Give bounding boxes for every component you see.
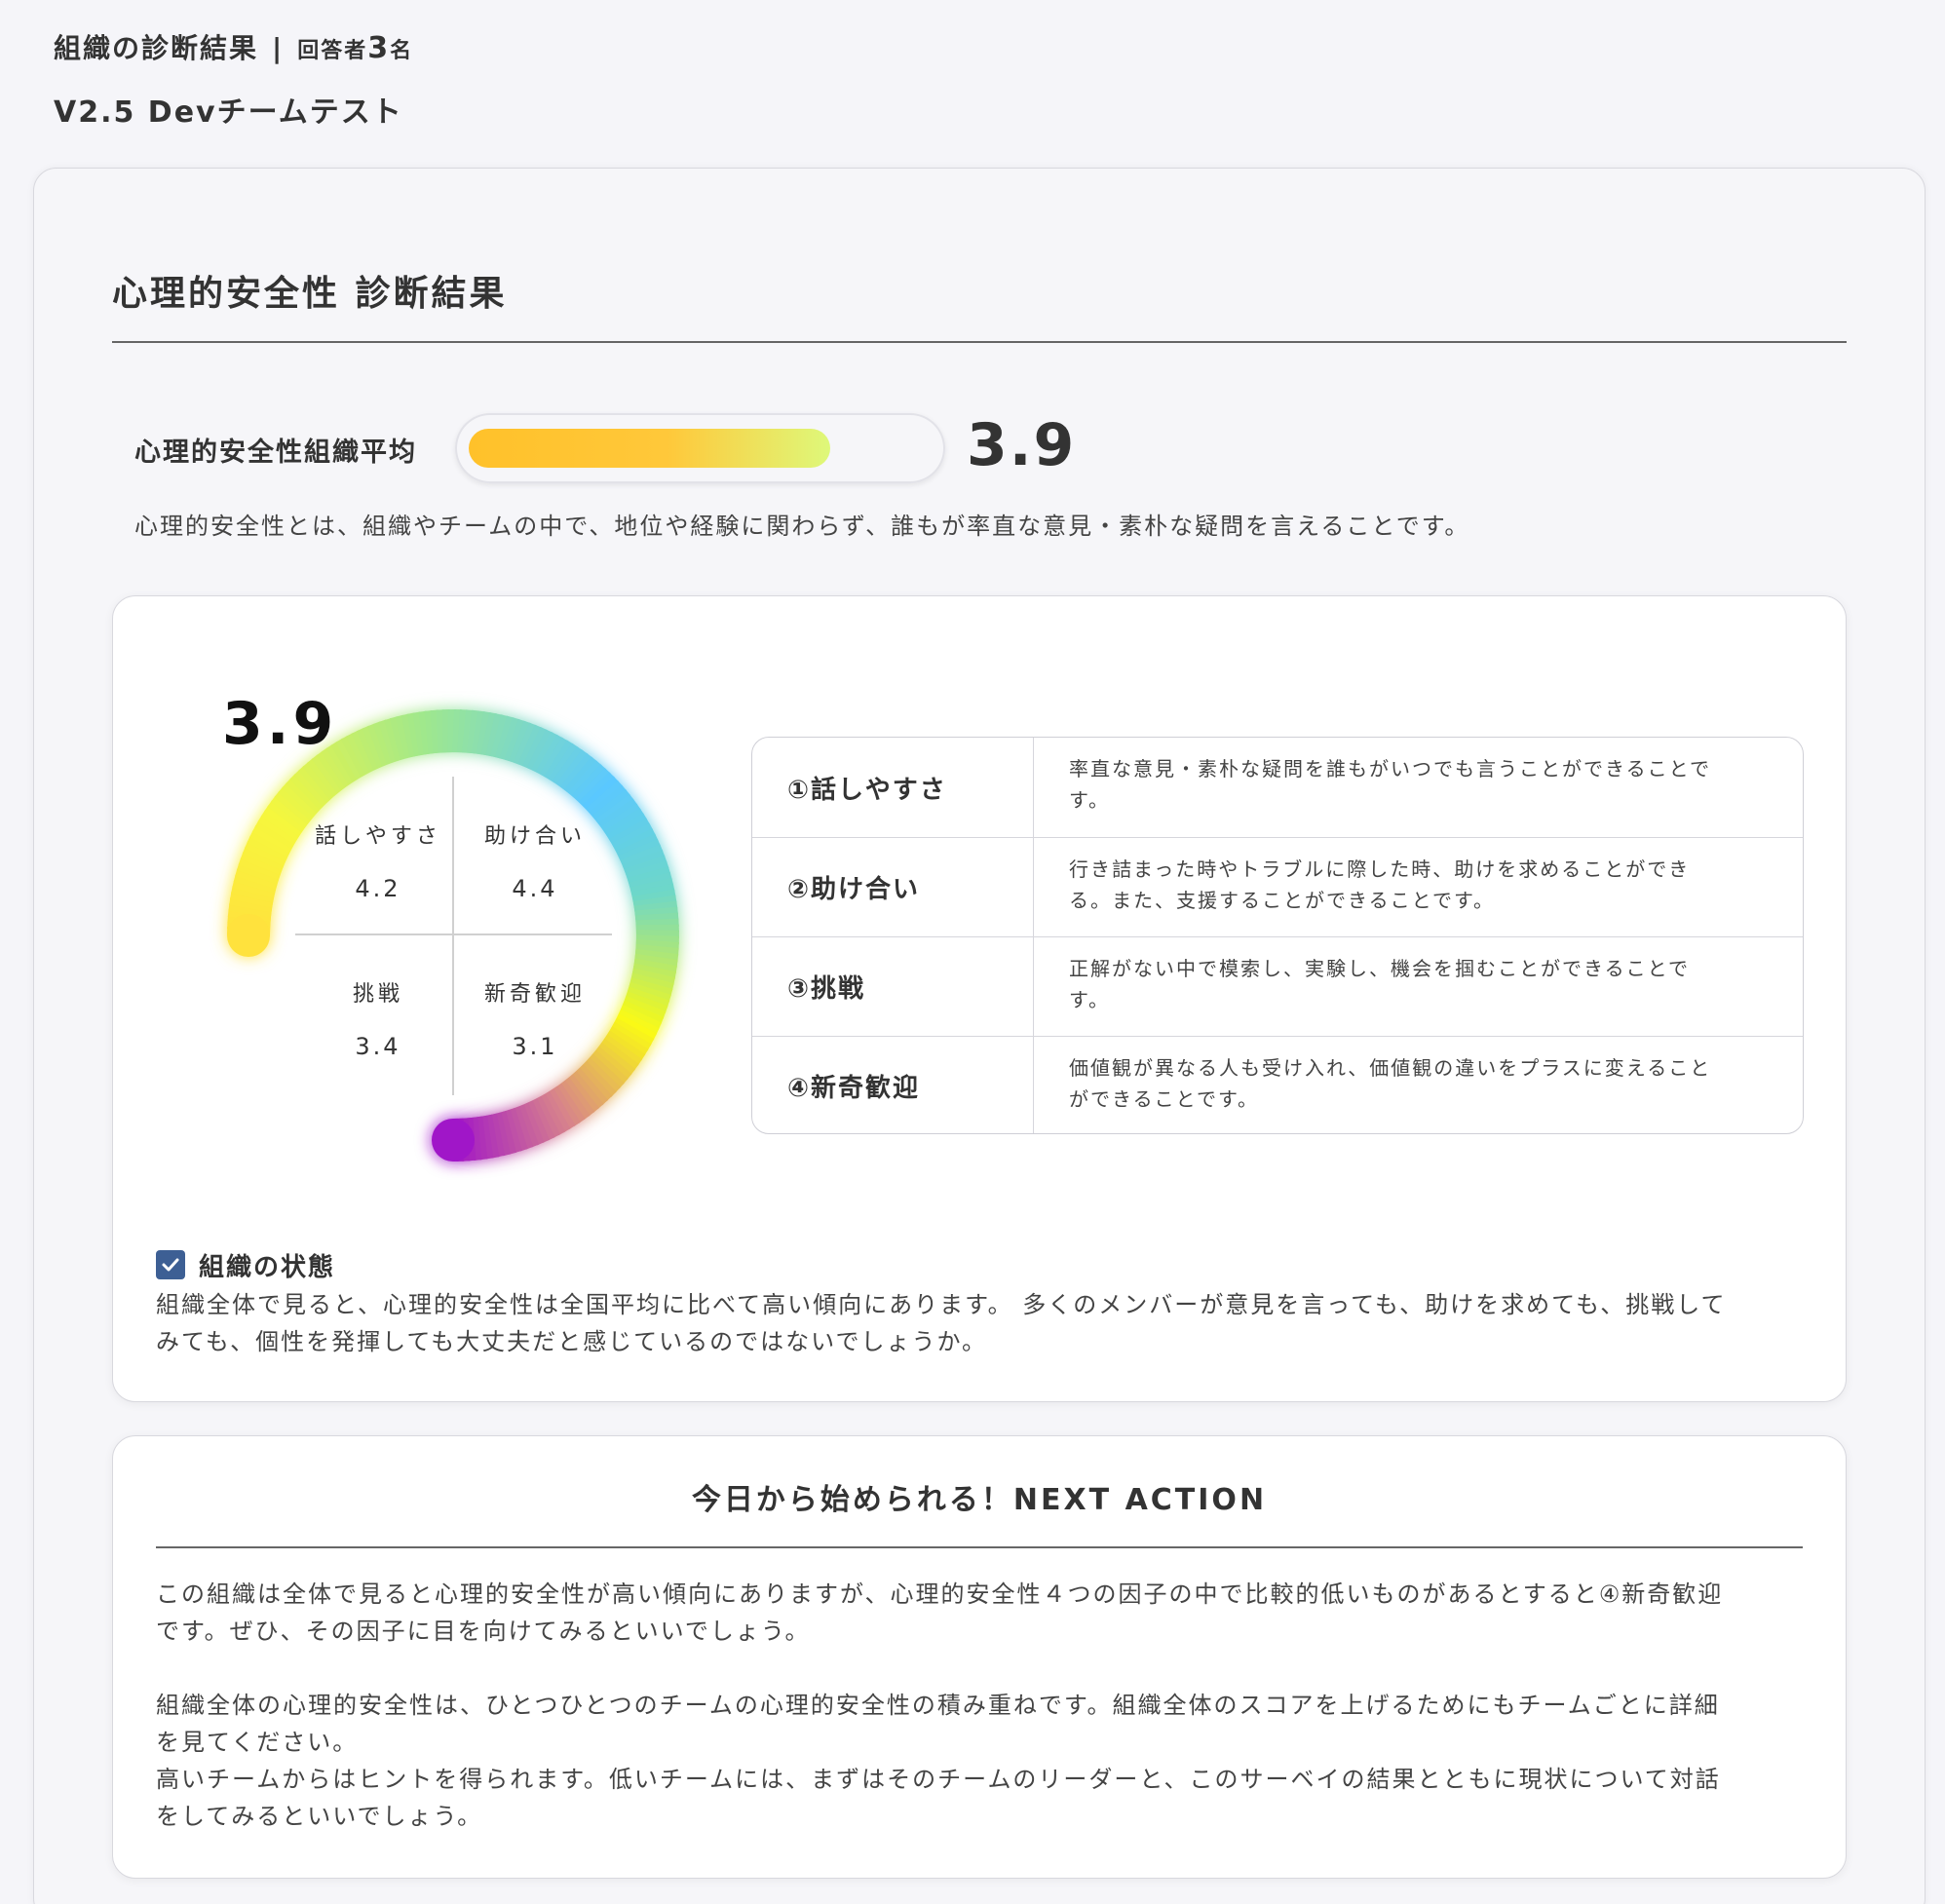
status-line: 組織全体で見ると、心理的安全性は全国平均に比べて高い傾向にあります。 多くのメン… <box>156 1291 1727 1318</box>
column-divider <box>1033 937 1034 1036</box>
table-row: ①話しやすさ 率直な意見・素朴な疑問を誰もがいつでも言うことができることで す。 <box>752 738 1803 837</box>
section-title: 心理的安全性 診断結果 <box>112 274 508 314</box>
factor-value: 3.4 <box>355 1033 401 1060</box>
column-divider <box>1033 738 1034 837</box>
column-divider <box>1033 1037 1034 1133</box>
next-action-paragraph-1: この組織は全体で見ると心理的安全性が高い傾向にありますが、心理的安全性４つの因子… <box>156 1576 1812 1650</box>
next-action-divider <box>156 1546 1803 1548</box>
factor-description: 率直な意見・素朴な疑問を誰もがいつでも言うことができることで す。 <box>1069 753 1771 816</box>
gauge-arc-cap <box>227 914 270 957</box>
average-value: 3.9 <box>967 411 1077 479</box>
status-title: 組織の状態 <box>199 1253 336 1282</box>
gauge-arc-cap <box>432 1119 475 1161</box>
average-progress-fill <box>469 429 830 468</box>
section-divider <box>112 341 1847 343</box>
factor-name: 挑戦 <box>352 982 403 1007</box>
paragraph-line: この組織は全体で見ると心理的安全性が高い傾向にありますが、心理的安全性４つの因子… <box>156 1580 1724 1608</box>
table-row: ②助け合い 行き詰まった時やトラブルに際した時、助けを求めることができ る。また、… <box>752 837 1803 936</box>
factor-name: 新奇歓迎 <box>483 982 586 1007</box>
average-description: 心理的安全性とは、組織やチームの中で、地位や経験に関わらず、誰もが率直な意見・素… <box>134 513 1470 540</box>
page-header: 組織の診断結果 | 回答者3名 V2.5 Devチームテスト <box>54 27 413 131</box>
factor-value: 4.2 <box>355 875 401 902</box>
respondents-prefix: 回答者 <box>297 39 368 63</box>
paragraph-line: を見てください。 <box>156 1729 359 1756</box>
desc-line: 行き詰まった時やトラブルに際した時、助けを求めることができ <box>1069 857 1691 881</box>
respondents-suffix: 名 <box>390 39 414 63</box>
factor-name: 助け合い <box>483 824 586 849</box>
factor-value: 3.1 <box>512 1033 558 1060</box>
status-line: みても、個性を発揮しても大丈夫だと感じているのではないでしょうか。 <box>156 1328 987 1355</box>
factor-name: 話しやすさ <box>315 824 441 849</box>
factor-title: ②助け合い <box>787 875 921 904</box>
paragraph-line: をしてみるといいでしょう。 <box>156 1803 483 1830</box>
gauge-score: 3.9 <box>222 690 338 758</box>
checkbox-icon <box>156 1250 185 1279</box>
factor-title: ③挑戦 <box>787 974 866 1004</box>
gauge-factor-speak: 話しやすさ 4.2 <box>295 819 461 902</box>
factor-description: 価値観が異なる人も受け入れ、価値観の違いをプラスに変えること ができることです。 <box>1069 1052 1771 1115</box>
factor-value: 4.4 <box>512 875 558 902</box>
paragraph-line: 組織全体の心理的安全性は、ひとつひとつのチームの心理的安全性の積み重ねです。組織… <box>156 1692 1720 1719</box>
page-title: 組織の診断結果 <box>54 32 259 64</box>
factor-title: ④新奇歓迎 <box>787 1074 921 1103</box>
factor-title: ①話しやすさ <box>787 775 947 805</box>
factor-definition-table: ①話しやすさ 率直な意見・素朴な疑問を誰もがいつでも言うことができることで す。 … <box>751 737 1804 1134</box>
status-text: 組織全体で見ると、心理的安全性は全国平均に比べて高い傾向にあります。 多くのメン… <box>156 1286 1812 1360</box>
desc-line: す。 <box>1069 788 1110 812</box>
table-row: ③挑戦 正解がない中で模索し、実験し、機会を掴むことができることで す。 <box>752 936 1803 1036</box>
factor-description: 行き詰まった時やトラブルに際した時、助けを求めることができ る。また、支援すること… <box>1069 854 1771 916</box>
factor-description: 正解がない中で模索し、実験し、機会を掴むことができることで す。 <box>1069 953 1771 1015</box>
header-separator: | <box>272 32 285 64</box>
desc-line: 率直な意見・素朴な疑問を誰もがいつでも言うことができることで <box>1069 757 1711 781</box>
organization-name: V2.5 Devチームテスト <box>54 95 403 130</box>
paragraph-line: 高いチームからはヒントを得られます。低いチームには、まずはそのチームのリーダーと… <box>156 1766 1721 1793</box>
desc-line: す。 <box>1069 988 1110 1011</box>
respondents-number: 3 <box>367 31 391 65</box>
average-label: 心理的安全性組織平均 <box>134 438 417 468</box>
next-action-title: 今日から始められる！NEXT ACTION <box>691 1483 1268 1517</box>
gauge-factor-help: 助け合い 4.4 <box>452 819 618 902</box>
respondents-count: 回答者3名 <box>297 31 413 65</box>
desc-line: 価値観が異なる人も受け入れ、価値観の違いをプラスに変えること <box>1069 1056 1712 1080</box>
column-divider <box>1033 838 1034 936</box>
desc-line: 正解がない中で模索し、実験し、機会を掴むことができることで <box>1069 957 1690 980</box>
desc-line: る。また、支援することができることです。 <box>1069 889 1495 912</box>
header-title-row: 組織の診断結果 | 回答者3名 <box>54 27 413 66</box>
gauge-factor-novelty: 新奇歓迎 3.1 <box>452 976 618 1060</box>
table-row: ④新奇歓迎 価値観が異なる人も受け入れ、価値観の違いをプラスに変えること ができる… <box>752 1036 1803 1133</box>
score-gauge <box>227 709 679 1161</box>
desc-line: ができることです。 <box>1069 1087 1259 1111</box>
next-action-paragraph-2: 組織全体の心理的安全性は、ひとつひとつのチームの心理的安全性の積み重ねです。組織… <box>156 1687 1812 1835</box>
paragraph-line: です。ぜひ、その因子に目を向けてみるといいでしょう。 <box>156 1618 811 1645</box>
average-progress-bar <box>455 413 945 483</box>
gauge-factor-challenge: 挑戦 3.4 <box>295 976 461 1060</box>
